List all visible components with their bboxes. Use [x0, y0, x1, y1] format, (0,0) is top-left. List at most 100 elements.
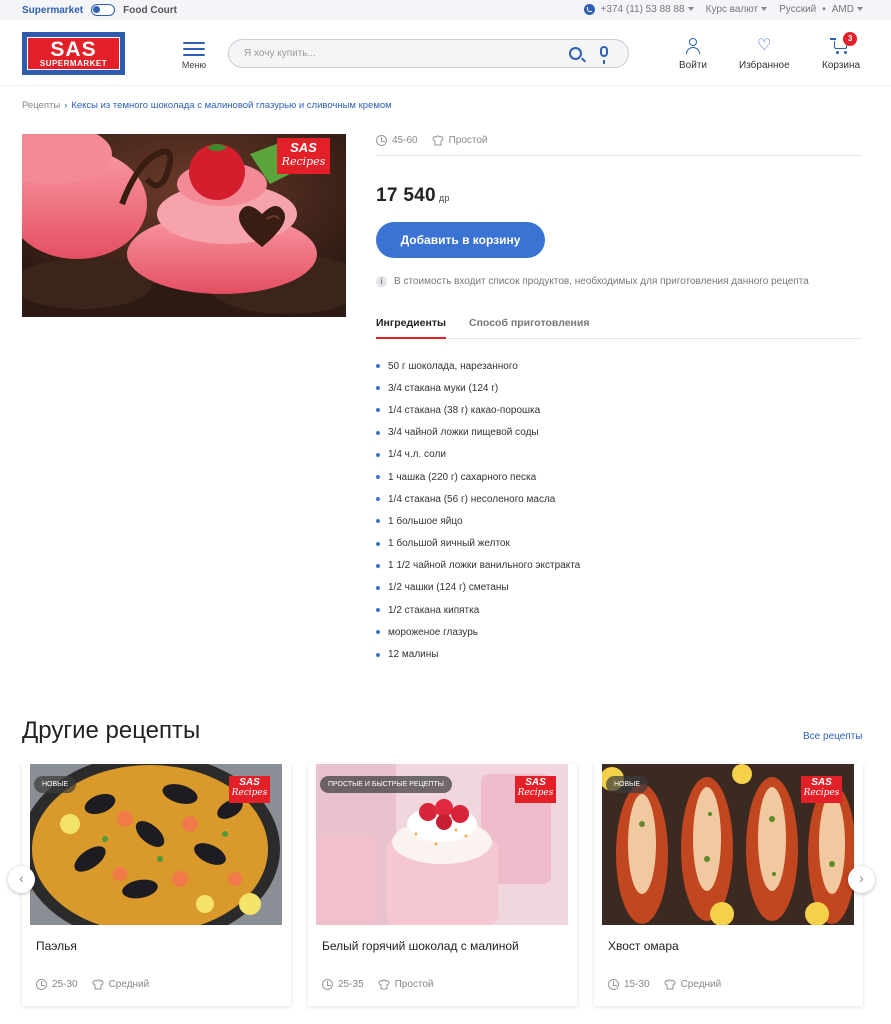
login-button[interactable]: Войти: [679, 37, 707, 71]
recipe-meta: 45-60 Простой: [376, 135, 488, 146]
ingredient-text: 1 большой яичный желток: [388, 538, 510, 550]
divider: [376, 155, 862, 156]
hamburger-icon: [180, 42, 208, 56]
menu-button[interactable]: Меню: [180, 42, 208, 70]
food-court-link[interactable]: Food Court: [123, 5, 177, 16]
breadcrumb-current: Кексы из темного шоколада с малиновой гл…: [71, 100, 392, 111]
other-recipes-title: Другие рецепты: [22, 717, 201, 744]
list-item: 50 г шоколада, нарезанного: [376, 355, 580, 377]
supermarket-link[interactable]: Supermarket: [22, 5, 83, 16]
header: SAS SUPERMARKET Меню Я хочу купить... Во…: [0, 20, 891, 86]
badge-subtitle: Recipes: [281, 155, 326, 168]
price-value: 17 540: [376, 185, 436, 206]
favorites-button[interactable]: ♡ Избранное: [739, 37, 790, 71]
ingredient-text: 3/4 чайной ложки пищевой соды: [388, 427, 539, 439]
recipe-card-name[interactable]: Хвост омара: [608, 939, 679, 953]
search-input[interactable]: Я хочу купить...: [228, 39, 629, 68]
recipe-card-difficulty: Средний: [680, 979, 722, 990]
info-icon: i: [376, 276, 387, 287]
recipe-card-difficulty: Средний: [108, 979, 150, 990]
carousel-next-button[interactable]: ›: [848, 866, 875, 893]
chevron-down-icon: [761, 7, 768, 12]
list-item: 1 1/2 чайной ложки ванильного экстракта: [376, 555, 580, 577]
phone-icon: [583, 4, 595, 15]
list-item: 1 большой яичный желток: [376, 533, 580, 555]
recipe-card-name[interactable]: Белый горячий шоколад с малиной: [322, 939, 519, 953]
recipe-card[interactable]: ПРОСТЫЕ И БЫСТРЫЕ РЕЦЕПТЫ SAS Recipes Бел…: [308, 763, 577, 1006]
breadcrumb: Рецепты › Кексы из темного шоколада с мали…: [22, 100, 392, 111]
ingredient-text: 1/4 ч.л. соли: [388, 449, 446, 461]
list-item: 3/4 чайной ложки пищевой соды: [376, 422, 580, 444]
recipe-card-tag: НОВЫЕ: [606, 776, 649, 793]
recipe-card-time: 25-30: [52, 979, 78, 990]
all-recipes-link[interactable]: Все рецепты: [803, 731, 863, 742]
chef-hat-icon: [664, 979, 676, 990]
sas-recipes-badge: SAS Recipes: [801, 776, 842, 803]
currency-select[interactable]: AMD: [832, 4, 863, 15]
cart-icon: 3: [830, 32, 858, 59]
list-item: 1/2 чашки (124 г) сметаны: [376, 577, 580, 599]
recipe-card-tag: ПРОСТЫЕ И БЫСТРЫЕ РЕЦЕПТЫ: [320, 776, 452, 793]
list-item: мороженое глазурь: [376, 621, 580, 643]
microphone-icon[interactable]: [600, 46, 608, 64]
favorites-label: Избранное: [739, 60, 790, 71]
ingredient-text: 3/4 стакана муки (124 г): [388, 382, 499, 394]
ingredient-text: 50 г шоколада, нарезанного: [388, 360, 518, 372]
recipe-card-image: НОВЫЕ SAS Recipes: [30, 764, 282, 925]
clock-icon: [36, 979, 47, 990]
breadcrumb-recipes[interactable]: Рецепты: [22, 100, 60, 111]
cart-count-badge: 3: [843, 32, 858, 46]
cart-button[interactable]: 3 Корзина: [822, 32, 861, 71]
list-item: 1/2 стакана кипятка: [376, 599, 580, 621]
ingredient-text: 1 чашка (220 г) сахарного песка: [388, 471, 537, 483]
ingredient-text: 1/4 стакана (38 г) какао-порошка: [388, 404, 541, 416]
menu-label: Меню: [181, 60, 207, 70]
chef-hat-icon: [92, 979, 104, 990]
recipe-tabs: Ингредиенты Способ приготовления: [376, 316, 862, 339]
list-item: 1 чашка (220 г) сахарного песка: [376, 466, 580, 488]
list-item: 1/4 ч.л. соли: [376, 444, 580, 466]
ingredient-text: 1/2 стакана кипятка: [388, 604, 480, 616]
store-toggle[interactable]: [91, 4, 116, 16]
carousel-prev-button[interactable]: ‹: [8, 866, 35, 893]
recipe-card-meta: 15-30 Средний: [608, 979, 721, 990]
ingredient-text: 1/4 стакана (56 г) несоленого масла: [388, 493, 556, 505]
chef-hat-icon: [378, 979, 390, 990]
sas-logo[interactable]: SAS SUPERMARKET: [22, 32, 125, 75]
clock-icon: [376, 135, 387, 146]
language-select[interactable]: Русский: [779, 4, 816, 15]
list-item: 1/4 стакана (38 г) какао-порошка: [376, 399, 580, 421]
price-note-text: В стоимость входит список продуктов, нео…: [394, 276, 809, 287]
badge-title: SAS: [290, 140, 317, 155]
sas-recipes-badge: SAS Recipes: [515, 776, 556, 803]
logo-subtext: SUPERMARKET: [39, 59, 108, 68]
cart-label: Корзина: [822, 60, 861, 71]
recipe-price: 17 540 др: [376, 185, 450, 207]
add-to-cart-button[interactable]: Добавить в корзину: [376, 222, 545, 258]
recipe-card-time: 15-30: [624, 979, 650, 990]
clock-icon: [322, 979, 333, 990]
price-note: i В стоимость входит список продуктов, н…: [376, 276, 809, 287]
ingredient-text: 1 1/2 чайной ложки ванильного экстракта: [388, 560, 581, 572]
list-item: 1/4 стакана (56 г) несоленого масла: [376, 488, 580, 510]
currency-rate-dropdown[interactable]: Курс валют: [706, 4, 768, 15]
chevron-down-icon: [687, 7, 694, 12]
recipe-card-image: НОВЫЕ SAS Recipes: [602, 764, 854, 925]
recipe-card[interactable]: НОВЫЕ SAS Recipes Паэлья 25-30 Средний: [22, 763, 291, 1006]
list-item: 3/4 стакана муки (124 г): [376, 377, 580, 399]
recipe-card-tag: НОВЫЕ: [34, 776, 77, 793]
heart-icon: ♡: [757, 37, 772, 54]
phone-number[interactable]: +374 (11) 53 88 88: [601, 4, 694, 15]
search-icon[interactable]: [569, 47, 582, 60]
recipe-card[interactable]: НОВЫЕ SAS Recipes Хвост омара 15-30 Средн…: [594, 763, 863, 1006]
chevron-down-icon: [857, 7, 863, 12]
recipe-difficulty: Простой: [448, 135, 488, 146]
tab-ingredients[interactable]: Ингредиенты: [376, 317, 446, 339]
recipe-image: SAS Recipes: [22, 134, 346, 317]
list-item: 1 большое яйцо: [376, 510, 580, 532]
store-switch: Supermarket Food Court: [22, 4, 177, 16]
ingredient-text: 1/2 чашки (124 г) сметаны: [388, 582, 509, 594]
recipe-card-name[interactable]: Паэлья: [36, 939, 77, 953]
tab-method[interactable]: Способ приготовления: [469, 317, 589, 337]
chevron-right-icon: ›: [64, 100, 68, 111]
